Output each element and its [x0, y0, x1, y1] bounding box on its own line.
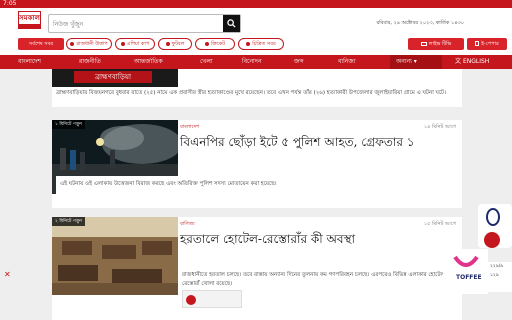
chevron-down-icon: ▾ — [413, 58, 417, 65]
live-tv-button[interactable]: লাইভ টিভি — [408, 38, 464, 50]
chip-dot-icon — [205, 41, 210, 46]
article-summary-block: এই ঘটনায় ওই এলাকায় উত্তেজনা বিরাজ করছে… — [52, 176, 462, 204]
logo-underline — [18, 25, 41, 29]
chip-dot-icon — [246, 41, 251, 46]
toffee-ad[interactable] — [443, 249, 488, 294]
trophy-icon — [486, 208, 500, 226]
article-category[interactable]: বাংলাদেশ — [180, 124, 199, 132]
chip-label: ফুটবল — [171, 41, 185, 47]
article-card[interactable]: ২ মিনিটে পড়ুন বাণিজ্য ১৫ মিনিট আগে হরতা… — [52, 217, 462, 320]
chip-football[interactable]: ফুটবল — [158, 38, 192, 50]
chip-label: এশিয়া কাপ — [126, 41, 150, 47]
article-summary: ব্রাহ্মণবাড়িয়ার বিজয়নগরে বুধবার রাতে … — [56, 90, 447, 96]
nav-bangladesh[interactable]: বাংলাদেশ — [18, 55, 41, 69]
search-button[interactable] — [223, 15, 240, 32]
chip-label: রাজধানী উত্তাপ — [76, 41, 108, 47]
nav-sports[interactable]: খেলা — [200, 55, 213, 69]
chip-dot-icon — [120, 41, 125, 46]
article-thumbnail: ব্রাহ্মণবাড়িয়া — [52, 69, 178, 87]
status-time: 7:05 — [3, 0, 17, 7]
epaper-button[interactable]: ই-পেপার — [467, 38, 507, 50]
nav-english[interactable]: 文 ENGLISH — [455, 55, 489, 69]
article-time: ১৪ মিনিট আগে — [423, 124, 456, 130]
score-widget[interactable]: ২২৯/৯ ১২৯ — [488, 262, 512, 292]
nav-more[interactable]: অন্যন্য ▾ — [390, 55, 442, 69]
toffee-logo-icon — [453, 255, 479, 267]
toffee-label: TOFFEE — [456, 274, 482, 281]
status-bar: 7:05 — [0, 0, 512, 8]
main-nav: বাংলাদেশ রাজনীতি আন্তর্জাতিক খেলা বিনোদন… — [0, 55, 512, 69]
article-title[interactable]: বিএনপির ছোঁড়া ইটে ৫ পুলিশ আহত, গ্রেফতার… — [180, 134, 415, 154]
ad-logo-icon — [186, 295, 196, 305]
article-title[interactable]: হরতালে হোটেল-রেস্তোরাঁর কী অবস্থা — [180, 231, 355, 251]
inline-ad-banner[interactable] — [182, 290, 242, 308]
nav-commerce[interactable]: বানিজ্য — [338, 55, 356, 69]
tv-icon — [420, 41, 427, 46]
quick-links-row: সর্বশেষ সবর রাজধানী উত্তাপ এশিয়া কাপ ফু… — [0, 36, 512, 52]
article-card-top[interactable]: ব্রাহ্মণবাড়িয়া ব্রাহ্মণবাড়িয়ার বিজয়… — [52, 69, 462, 107]
epaper-label: ই-পেপার — [481, 41, 499, 47]
article-thumbnail: ২ মিনিটে পড়ুন — [52, 217, 178, 295]
chip-cricket[interactable]: ক্রিকেট — [195, 38, 235, 50]
search-input[interactable] — [53, 17, 223, 31]
nav-entertainment[interactable]: বিনোদন — [242, 55, 262, 69]
nav-jobs[interactable]: জব্দ — [294, 55, 304, 69]
nav-politics[interactable]: রাজনীতি — [79, 55, 101, 69]
nav-english-label: ENGLISH — [462, 58, 490, 65]
chip-label: চিত্রিত সবর — [252, 41, 276, 47]
search-icon — [227, 19, 236, 28]
read-time-badge: ২ মিনিটে পড়ুন — [52, 217, 85, 226]
chip-asia-cup[interactable]: এশিয়া কাপ — [115, 38, 155, 50]
chip-dot-icon — [165, 41, 170, 46]
chip-label: ক্রিকেট — [211, 41, 225, 47]
article-category[interactable]: বাণিজ্য — [180, 221, 195, 229]
nav-international[interactable]: আন্তর্জাতিক — [134, 55, 163, 69]
live-tv-label: লাইভ টিভি — [428, 41, 452, 47]
chip-capital[interactable]: রাজধানী উত্তাপ — [66, 38, 112, 50]
header-date: রবিবার, ২৯ অক্টোবর ২০২৩, কার্তিক ১৪৩০ — [376, 20, 464, 26]
close-ad-icon[interactable]: ✕ — [4, 270, 11, 279]
read-time-badge: ১ মিনিটে পড়ুন — [52, 120, 85, 129]
article-summary-continued: এই ঘটনায় ওই এলাকায় উত্তেজনা বিরাজ করছে… — [56, 176, 458, 202]
nav-more-label: অন্যন্য — [396, 58, 412, 65]
chip-dot-icon — [70, 41, 75, 46]
restaurant-image — [52, 217, 178, 295]
site-logo[interactable]: সমকাল — [18, 11, 41, 25]
chip-latest-news[interactable]: সর্বশেষ সবর — [18, 38, 64, 50]
score-line: ১২৯ — [490, 273, 499, 278]
paper-icon — [475, 41, 480, 46]
translate-icon: 文 — [455, 58, 462, 65]
chip-photo-news[interactable]: চিত্রিত সবর — [238, 38, 284, 50]
article-time: ১৫ মিনিট আগে — [423, 221, 456, 227]
thumbnail-caption: ব্রাহ্মণবাড়িয়া — [74, 71, 152, 83]
share-icon[interactable] — [484, 232, 500, 248]
search-box — [48, 14, 241, 33]
score-line: ২২৯/৯ — [490, 264, 504, 269]
